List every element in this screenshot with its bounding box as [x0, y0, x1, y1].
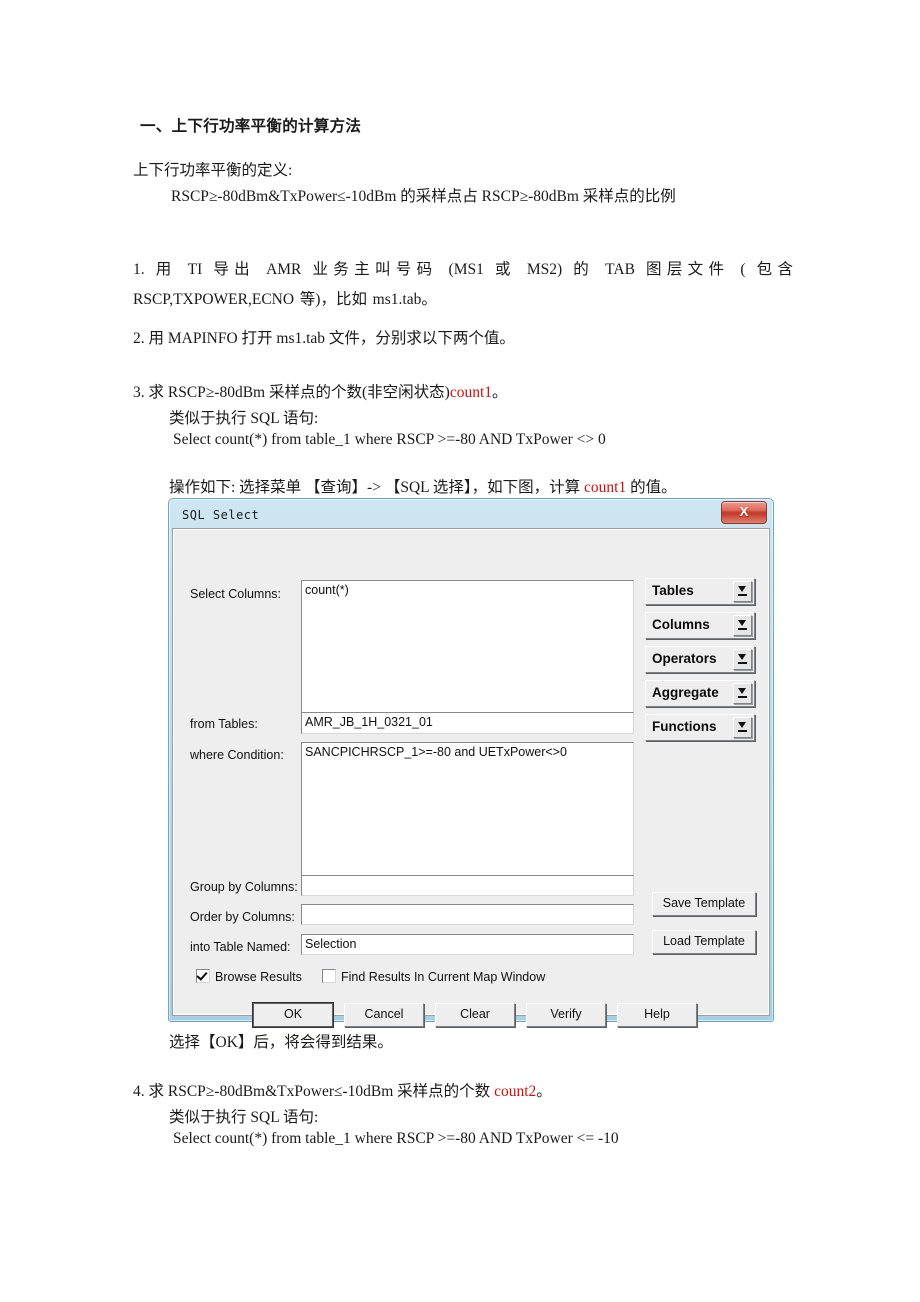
columns-dropdown-label: Columns	[652, 617, 710, 632]
ok-button[interactable]: OK	[253, 1003, 333, 1027]
order-by-columns-input[interactable]	[301, 904, 634, 925]
chevron-down-icon[interactable]	[733, 649, 752, 670]
step-3-sql-statement: Select count(*) from table_1 where RSCP …	[173, 431, 606, 448]
select-columns-label-text: Select Columns:	[190, 587, 282, 601]
definition-label: 上下行功率平衡的定义:	[133, 162, 293, 179]
cancel-button[interactable]: Cancel	[344, 1003, 424, 1027]
save-template-button[interactable]: Save Template	[652, 892, 756, 916]
operation-text-a: 操作如下: 选择菜单 【查询】-> 【SQL 选择】，如下图，计算	[169, 479, 585, 496]
chevron-down-icon[interactable]	[733, 717, 752, 738]
step-3-sql-intro: 类似于执行 SQL 语句:	[169, 410, 319, 427]
aggregate-dropdown-label: Aggregate	[652, 685, 719, 700]
tables-dropdown-label: Tables	[652, 583, 694, 598]
into-table-named-input[interactable]: Selection	[301, 934, 634, 955]
where-condition-label: where Condition:	[190, 748, 284, 762]
close-icon-glyph: X	[739, 504, 749, 519]
step-3-text-b: 。	[492, 384, 508, 401]
operators-dropdown-label: Operators	[652, 651, 717, 666]
page-title: 一、上下行功率平衡的计算方法	[140, 118, 362, 135]
dialog-titlebar[interactable]: SQL Select X	[173, 501, 769, 529]
dialog-body: Select Columns: count(*) from Tables: AM…	[173, 529, 769, 1027]
chevron-down-icon[interactable]	[733, 683, 752, 704]
operators-dropdown-button[interactable]: Operators	[645, 646, 755, 673]
step-3-text-a: 3. 求 RSCP≥-80dBm 采样点的个数(非空闲状态)	[133, 384, 450, 401]
checkbox-icon[interactable]	[322, 969, 336, 983]
from-tables-label-text: from Tables:	[190, 717, 258, 731]
step-1-text: 1. 用 TI 导出 AMR 业务主叫号码 (MS1 或 MS2) 的 TAB …	[133, 261, 793, 308]
verify-button[interactable]: Verify	[526, 1003, 606, 1027]
functions-dropdown-button[interactable]: Functions	[645, 714, 755, 741]
columns-dropdown-button[interactable]: Columns	[645, 612, 755, 639]
step-4-text-a: 4. 求 RSCP≥-80dBm&TxPower≤-10dBm 采样点的个数	[133, 1083, 495, 1100]
step-4-text-b: 。	[536, 1083, 552, 1100]
step-2-text: 2. 用 MAPINFO 打开 ms1.tab 文件，分别求以下两个值。	[133, 330, 515, 347]
from-tables-label: from Tables:	[190, 717, 258, 731]
operation-count-label: count1	[584, 479, 627, 496]
aggregate-dropdown-button[interactable]: Aggregate	[645, 680, 755, 707]
group-by-columns-label: Group by Columns:	[190, 880, 298, 894]
where-condition-label-text: where Condition:	[190, 748, 284, 762]
step-3-operation: 操作如下: 选择菜单 【查询】-> 【SQL 选择】，如下图，计算 count1…	[169, 477, 677, 498]
group-by-columns-input[interactable]	[301, 875, 634, 896]
order-by-columns-label: Order by Columns:	[190, 910, 295, 924]
operation-text-b: 的值。	[626, 479, 677, 496]
group-by-columns-label-text: Group by Columns:	[190, 880, 298, 894]
select-columns-input[interactable]: count(*)	[301, 580, 634, 713]
find-results-label: Find Results In Current Map Window	[341, 970, 546, 984]
step-4-sql-statement: Select count(*) from table_1 where RSCP …	[173, 1130, 619, 1147]
load-template-button[interactable]: Load Template	[652, 930, 756, 954]
chevron-down-icon[interactable]	[733, 615, 752, 636]
order-by-columns-label-text: Order by Columns:	[190, 910, 295, 924]
browse-results-checkbox[interactable]: Browse Results	[196, 967, 302, 984]
from-tables-input[interactable]: AMR_JB_1H_0321_01	[301, 712, 634, 734]
where-condition-input[interactable]: SANCPICHRSCP_1>=-80 and UETxPower<>0	[301, 742, 634, 878]
step-4-heading: 4. 求 RSCP≥-80dBm&TxPower≤-10dBm 采样点的个数 c…	[133, 1081, 552, 1102]
step-3-count-label: count1	[449, 384, 492, 401]
step-3-heading: 3. 求 RSCP≥-80dBm 采样点的个数(非空闲状态)count1。	[133, 382, 508, 403]
tables-dropdown-button[interactable]: Tables	[645, 578, 755, 605]
sql-select-dialog: SQL Select X Select Columns: count(*) fr…	[168, 498, 774, 1027]
chevron-down-icon[interactable]	[733, 581, 752, 602]
step-4-sql-intro: 类似于执行 SQL 语句:	[169, 1109, 319, 1126]
help-button[interactable]: Help	[617, 1003, 697, 1027]
browse-results-label: Browse Results	[215, 970, 302, 984]
dialog-title: SQL Select	[182, 508, 260, 522]
clear-button[interactable]: Clear	[435, 1003, 515, 1027]
into-table-named-label-text: into Table Named:	[190, 940, 291, 954]
select-columns-label: Select Columns:	[190, 587, 281, 601]
functions-dropdown-label: Functions	[652, 719, 717, 734]
find-results-checkbox[interactable]: Find Results In Current Map Window	[322, 967, 545, 984]
definition-text: RSCP≥-80dBm&TxPower≤-10dBm 的采样点占 RSCP≥-8…	[171, 188, 676, 205]
into-table-named-label: into Table Named:	[190, 940, 291, 954]
checkbox-icon[interactable]	[196, 969, 210, 983]
close-icon[interactable]: X	[721, 501, 767, 524]
step-4-count-label: count2	[494, 1083, 537, 1100]
after-dialog-text: 选择【OK】后，将会得到结果。	[169, 1034, 393, 1051]
